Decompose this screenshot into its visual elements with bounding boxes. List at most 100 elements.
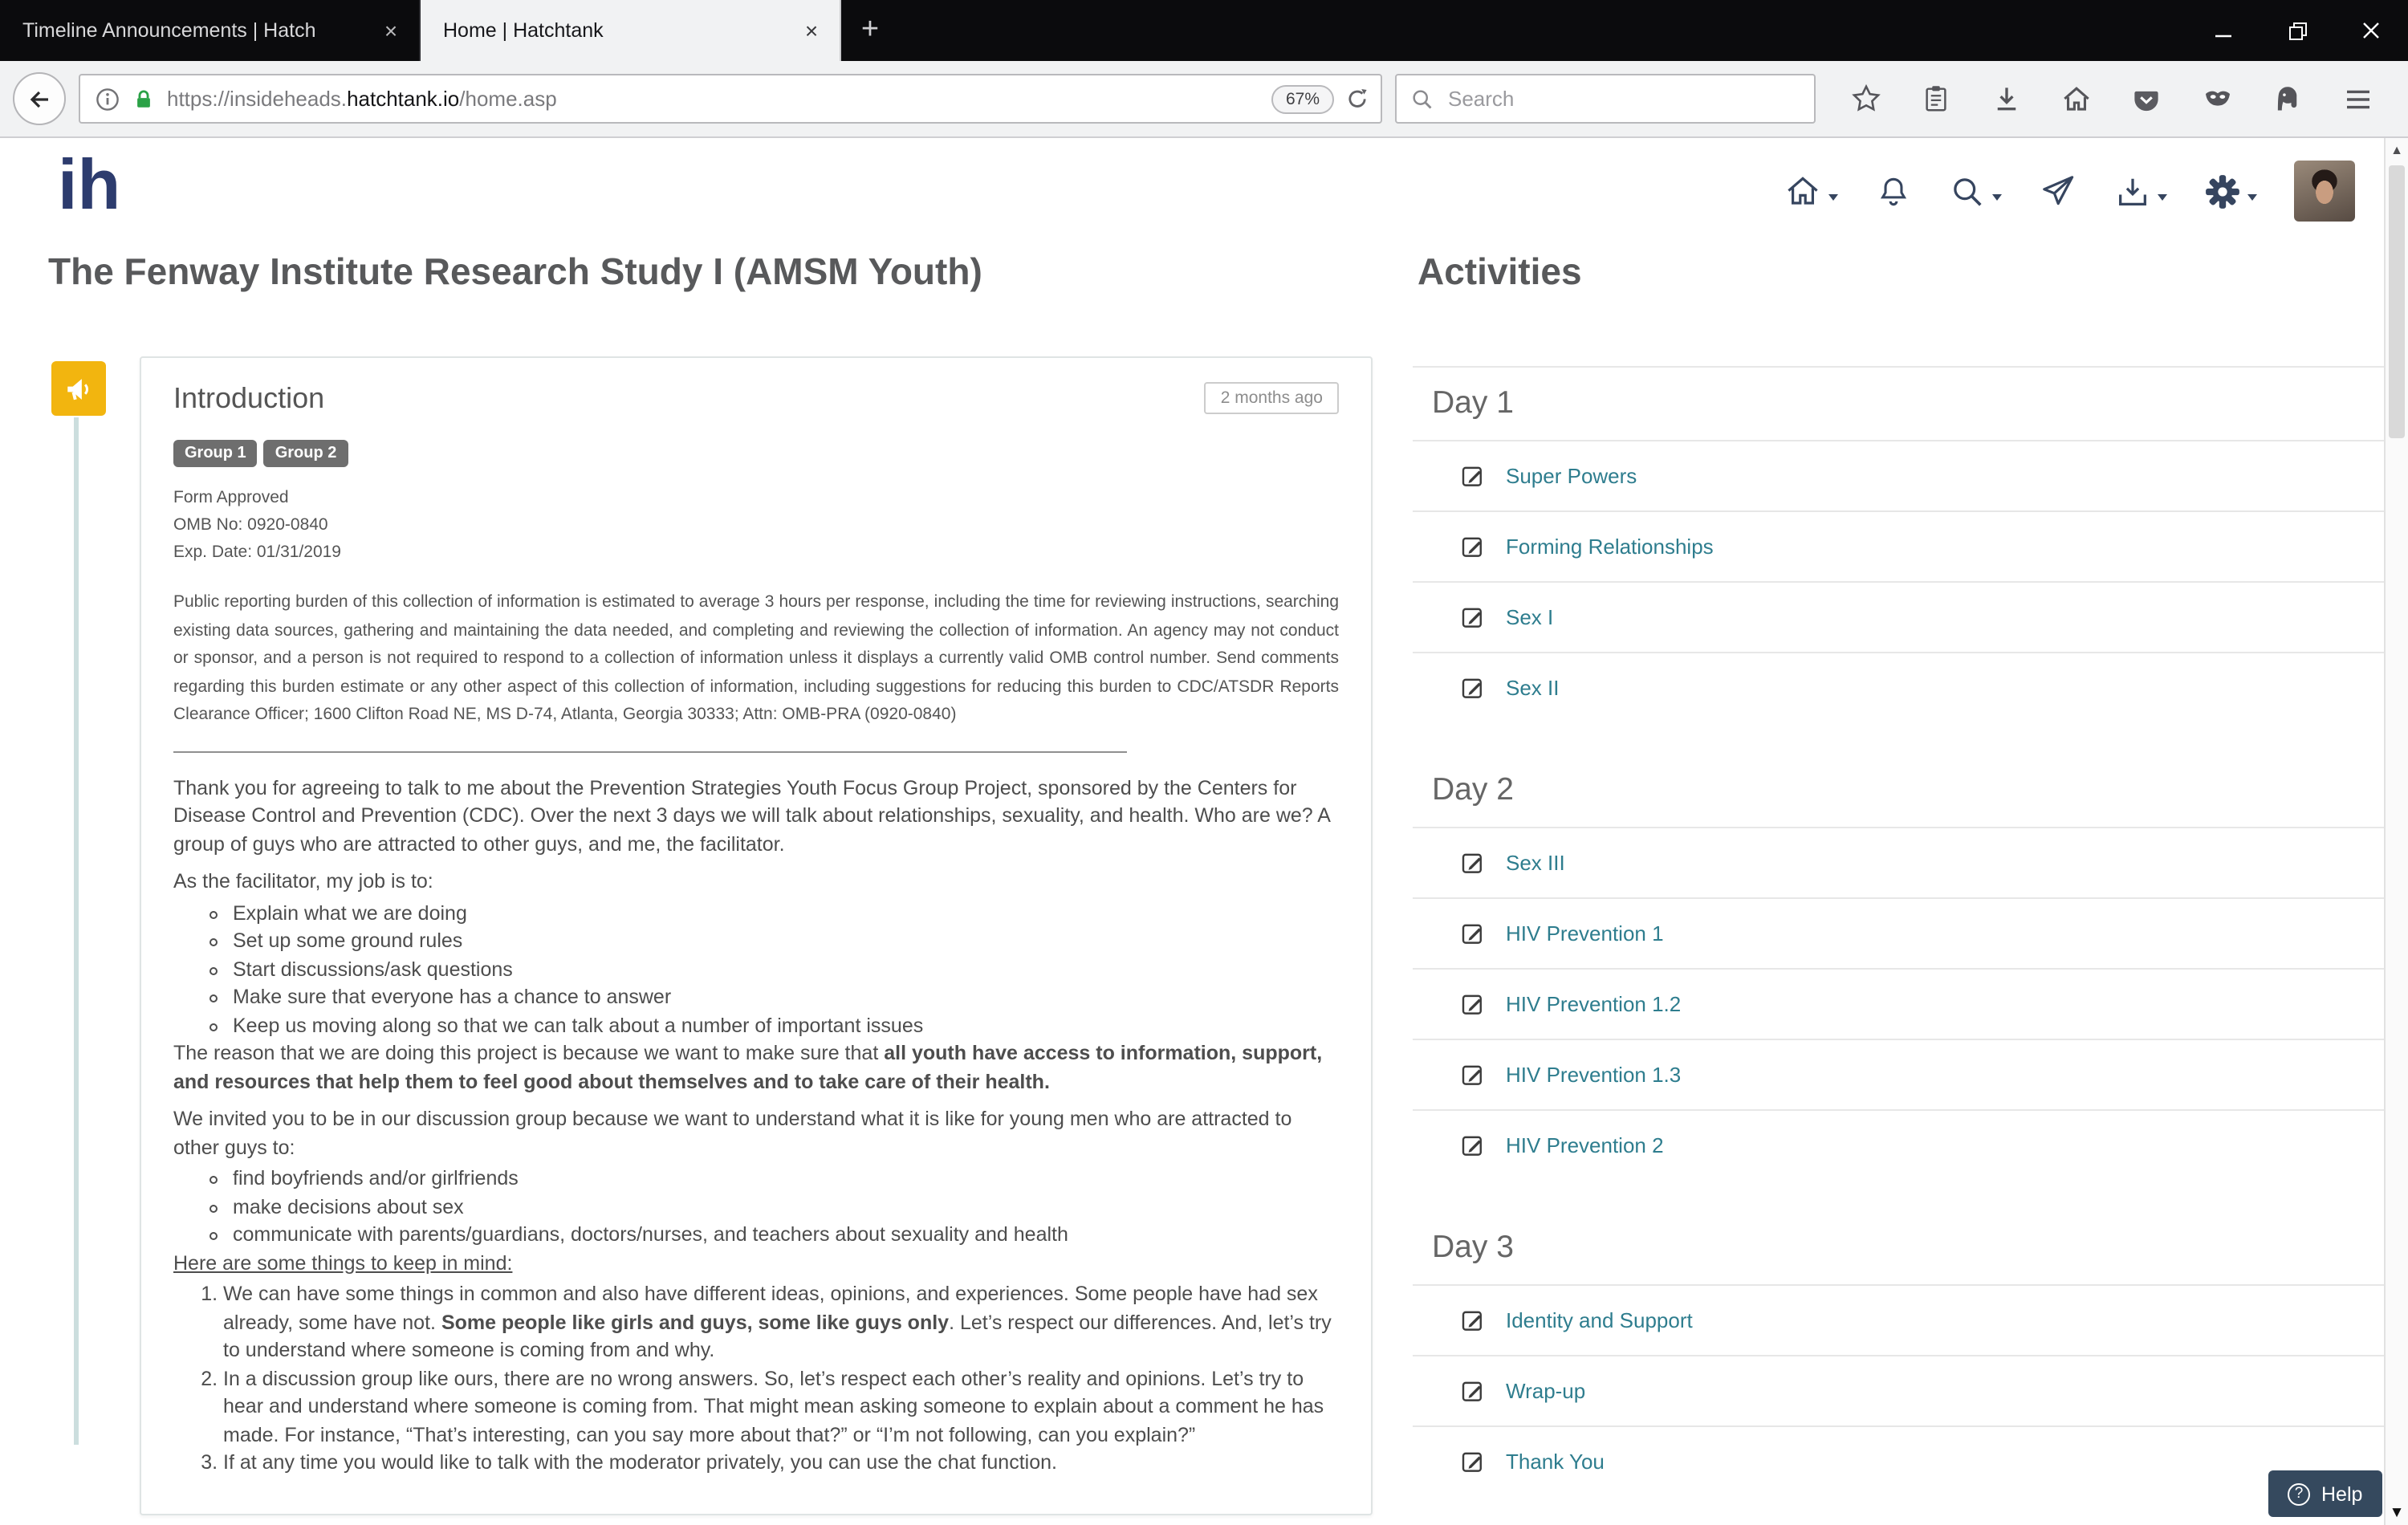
activity-link[interactable]: HIV Prevention 1 [1506, 921, 1664, 946]
nav-home[interactable] [1784, 172, 1838, 210]
activity-link[interactable]: Sex III [1506, 851, 1565, 875]
back-button[interactable] [13, 72, 66, 125]
user-avatar[interactable] [2294, 161, 2355, 222]
activity-link[interactable]: HIV Prevention 2 [1506, 1133, 1664, 1157]
activity-row-super-powers[interactable]: Super Powers [1413, 440, 2384, 510]
edit-note-icon [1461, 851, 1485, 875]
activity-link[interactable]: Sex II [1506, 676, 1560, 700]
nav-search[interactable] [1949, 173, 2002, 209]
nav-home-icon [1784, 172, 1822, 210]
bookmark-star-button[interactable] [1841, 75, 1889, 123]
nav-downloads[interactable] [2114, 173, 2167, 209]
keep-in-mind-list: We can have some things in common and al… [173, 1281, 1339, 1478]
activity-link[interactable]: Sex I [1506, 605, 1553, 629]
page-info-icon[interactable] [95, 86, 120, 112]
day-2-header: Day 2 [1413, 722, 2384, 827]
group-badge: Group 2 [264, 440, 348, 467]
search-input[interactable] [1445, 85, 1800, 112]
tab-home[interactable]: Home | Hatchtank × [421, 0, 841, 61]
activity-row-hiv-prevention-1-2[interactable]: HIV Prevention 1.2 [1413, 968, 2384, 1039]
home-button[interactable] [2052, 75, 2101, 123]
edit-note-icon [1461, 676, 1485, 700]
clipboard-icon [1922, 83, 1950, 114]
activity-link[interactable]: Wrap-up [1506, 1379, 1585, 1403]
keep-in-mind-item: We can have some things in common and al… [223, 1281, 1339, 1365]
meta-line: Exp. Date: 01/31/2019 [173, 539, 1339, 567]
activity-row-identity-and-support[interactable]: Identity and Support [1413, 1284, 2384, 1355]
evernote-elephant-button[interactable] [2264, 75, 2312, 123]
edit-note-icon [1461, 992, 1485, 1016]
url-domain: hatchtank.io [347, 87, 459, 111]
minimize-button[interactable] [2186, 0, 2260, 61]
activity-row-hiv-prevention-2[interactable]: HIV Prevention 2 [1413, 1109, 2384, 1180]
browser-titlebar: Timeline Announcements | Hatch × Home | … [0, 0, 2408, 61]
screen: Timeline Announcements | Hatch × Home | … [0, 0, 2408, 1525]
search-box[interactable] [1395, 74, 1816, 124]
intro-paragraph: Thank you for agreeing to talk to me abo… [173, 775, 1339, 859]
edit-note-icon [1461, 1063, 1485, 1087]
new-tab-button[interactable]: + [841, 0, 899, 61]
window-controls [2186, 0, 2408, 61]
group-badges: Group 1 Group 2 [173, 440, 1339, 467]
reading-list-button[interactable] [1912, 75, 1960, 123]
activity-link[interactable]: HIV Prevention 1.2 [1506, 992, 1681, 1016]
menu-button[interactable] [2334, 75, 2382, 123]
zoom-level-indicator[interactable]: 67% [1271, 84, 1334, 113]
caret-down-icon [1828, 194, 1838, 201]
gear-icon [2204, 173, 2241, 209]
nav-send[interactable] [2039, 172, 2077, 210]
facilitator-item: Keep us moving along so that we can talk… [233, 1012, 1339, 1040]
tab-close-icon[interactable]: × [377, 17, 405, 44]
activity-row-hiv-prevention-1[interactable]: HIV Prevention 1 [1413, 897, 2384, 968]
activity-link[interactable]: Super Powers [1506, 464, 1637, 488]
edit-note-icon [1461, 1308, 1485, 1332]
activities-title: Activities [1418, 250, 1582, 294]
edit-note-icon [1461, 535, 1485, 559]
close-icon [2361, 21, 2381, 40]
activity-link[interactable]: HIV Prevention 1.3 [1506, 1063, 1681, 1087]
home-icon [2061, 83, 2092, 114]
download-arrow-icon [1991, 84, 2020, 113]
help-button[interactable]: ? Help [2268, 1470, 2382, 1517]
close-window-button[interactable] [2334, 0, 2408, 61]
search-icon [1411, 87, 1434, 110]
facilitator-intro: As the facilitator, my job is to: [173, 868, 1339, 897]
activity-row-hiv-prevention-1-3[interactable]: HIV Prevention 1.3 [1413, 1039, 2384, 1109]
activity-link[interactable]: Thank You [1506, 1450, 1605, 1474]
edit-note-icon [1461, 921, 1485, 946]
reload-icon[interactable] [1345, 87, 1369, 111]
activity-link[interactable]: Identity and Support [1506, 1308, 1693, 1332]
activity-row-sex-1[interactable]: Sex I [1413, 581, 2384, 652]
facilitator-list: Explain what we are doing Set up some gr… [173, 900, 1339, 1040]
tab-close-icon[interactable]: × [798, 17, 825, 44]
nav-notifications[interactable] [1875, 173, 1912, 209]
activity-row-sex-2[interactable]: Sex II [1413, 652, 2384, 722]
scroll-down-arrow[interactable]: ▼ [2386, 1504, 2408, 1522]
edit-note-icon [1461, 1133, 1485, 1157]
hatchtank-logo[interactable]: ih [58, 141, 120, 231]
mask-extension-button[interactable] [2193, 75, 2241, 123]
scroll-up-arrow[interactable]: ▲ [2386, 143, 2408, 157]
downloads-button[interactable] [1982, 75, 2030, 123]
activity-row-thank-you[interactable]: Thank You [1413, 1425, 2384, 1496]
tab-title: Home | Hatchtank [443, 19, 785, 42]
facilitator-item: Make sure that everyone has a chance to … [233, 984, 1339, 1012]
nav-settings[interactable] [2204, 173, 2257, 209]
vertical-scrollbar[interactable]: ▲ ▼ [2384, 138, 2408, 1525]
tab-timeline-announcements[interactable]: Timeline Announcements | Hatch × [0, 0, 421, 61]
facilitator-item: Set up some ground rules [233, 928, 1339, 956]
secure-lock-icon[interactable] [132, 86, 156, 112]
activity-link[interactable]: Forming Relationships [1506, 535, 1714, 559]
restore-button[interactable] [2260, 0, 2334, 61]
keep-in-mind-item: If at any time you would like to talk wi… [223, 1450, 1339, 1478]
activity-row-forming-relationships[interactable]: Forming Relationships [1413, 510, 2384, 581]
mask-icon [2202, 83, 2232, 114]
activity-row-sex-3[interactable]: Sex III [1413, 827, 2384, 897]
pocket-button[interactable] [2123, 75, 2171, 123]
url-path: /home.asp [459, 87, 556, 111]
url-bar[interactable]: https://insideheads.hatchtank.io/home.as… [79, 74, 1382, 124]
activity-row-wrap-up[interactable]: Wrap-up [1413, 1355, 2384, 1425]
scrollbar-thumb[interactable] [2389, 165, 2405, 438]
divider-line [173, 750, 1127, 752]
url-text: https://insideheads.hatchtank.io/home.as… [167, 87, 1260, 111]
